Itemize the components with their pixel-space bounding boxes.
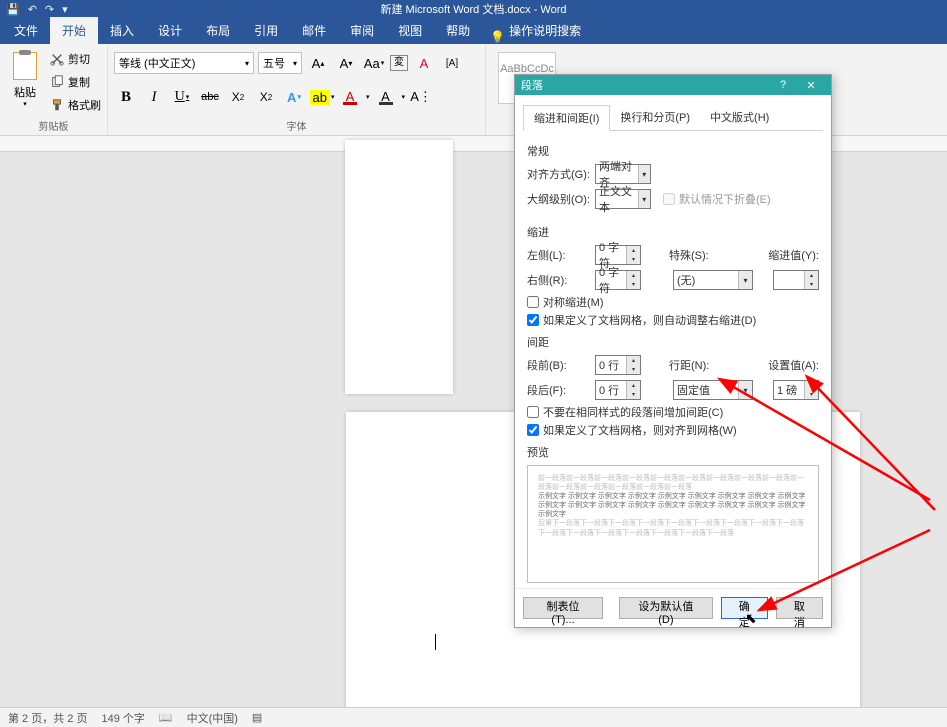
section-spacing: 间距 <box>527 334 819 350</box>
mirror-indents-checkbox[interactable] <box>527 296 539 308</box>
ribbon-tabs: 文件 开始 插入 设计 布局 引用 邮件 审阅 视图 帮助 💡 操作说明搜索 <box>0 18 947 44</box>
enclose-characters-button[interactable]: [A] <box>440 52 464 74</box>
text-effects-button[interactable]: A▾ <box>282 86 306 108</box>
spellcheck-icon[interactable]: 📖 <box>159 711 173 724</box>
special-indent-select[interactable]: (无)▾ <box>673 270 753 290</box>
chevron-down-icon: ▾ <box>245 59 249 68</box>
cancel-button[interactable]: 取消 <box>776 597 823 619</box>
format-painter-button[interactable]: 格式刷 <box>50 94 101 116</box>
clear-formatting-button[interactable]: A <box>412 52 436 74</box>
tab-mailings[interactable]: 邮件 <box>290 17 338 44</box>
section-general: 常规 <box>527 143 819 159</box>
underline-button[interactable]: U▾ <box>170 86 194 108</box>
superscript-button[interactable]: X2 <box>254 86 278 108</box>
tab-asian-typography[interactable]: 中文版式(H) <box>700 105 779 130</box>
bold-button[interactable]: B <box>114 86 138 108</box>
section-preview: 预览 <box>527 444 819 460</box>
tab-references[interactable]: 引用 <box>242 17 290 44</box>
line-spacing-select[interactable]: 固定值▾ <box>673 380 753 400</box>
font-group-label: 字体 <box>114 116 479 133</box>
highlight-button[interactable]: ab▾ <box>310 86 334 108</box>
clipboard-icon <box>13 52 37 80</box>
tab-layout[interactable]: 布局 <box>194 17 242 44</box>
copy-button[interactable]: 复制 <box>50 71 101 93</box>
text-cursor <box>435 634 436 650</box>
status-bar: 第 2 页，共 2 页 149 个字 📖 中文(中国) ▤ <box>0 707 947 727</box>
tabs-button[interactable]: 制表位(T)... <box>523 597 603 619</box>
word-count[interactable]: 149 个字 <box>101 710 144 726</box>
collapse-default-checkbox <box>663 193 675 205</box>
font-color-button[interactable]: A <box>338 86 362 108</box>
auto-adjust-indent-checkbox[interactable] <box>527 314 539 326</box>
grow-font-button[interactable]: A▴ <box>306 52 330 74</box>
space-before-spinner[interactable]: 0 行 ▴▾ <box>595 355 641 375</box>
cut-button[interactable]: 剪切 <box>50 48 101 70</box>
set-default-button[interactable]: 设为默认值(D) <box>619 597 713 619</box>
paragraph-dialog: 段落 ? ✕ 缩进和间距(I) 换行和分页(P) 中文版式(H) 常规 对齐方式… <box>514 74 832 628</box>
brush-icon <box>50 98 64 112</box>
phonetic-guide-button[interactable]: 変 <box>390 55 408 71</box>
close-icon[interactable]: ✕ <box>797 79 825 92</box>
section-indent: 缩进 <box>527 224 819 240</box>
line-spacing-value-spinner[interactable]: 1 磅 ▴▾ <box>773 380 819 400</box>
font-size-select[interactable]: 五号 ▾ <box>258 52 302 74</box>
tab-review[interactable]: 审阅 <box>338 17 386 44</box>
tab-view[interactable]: 视图 <box>386 17 434 44</box>
tab-insert[interactable]: 插入 <box>98 17 146 44</box>
preview-box: 前一段落前一段落前一段落前一段落前一段落前一段落前一段落前一段落前一段落前一段落… <box>527 465 819 583</box>
subscript-button[interactable]: X2 <box>226 86 250 108</box>
language-indicator[interactable]: 中文(中国) <box>187 710 238 726</box>
snap-to-grid-checkbox[interactable] <box>527 424 539 436</box>
indent-right-spinner[interactable]: 0 字符 ▴▾ <box>595 270 641 290</box>
tab-help[interactable]: 帮助 <box>434 17 482 44</box>
character-border-dropdown[interactable]: ▾ <box>402 93 406 101</box>
strikethrough-button[interactable]: abc <box>198 86 222 108</box>
window-title: 新建 Microsoft Word 文档.docx - Word <box>380 1 566 17</box>
indent-value-spinner[interactable]: ▴▾ <box>773 270 819 290</box>
space-after-spinner[interactable]: 0 行 ▴▾ <box>595 380 641 400</box>
scissors-icon <box>50 52 64 66</box>
page-indicator[interactable]: 第 2 页，共 2 页 <box>8 710 87 726</box>
tab-indent-spacing[interactable]: 缩进和间距(I) <box>523 105 610 131</box>
page-1[interactable] <box>345 140 453 394</box>
dialog-titlebar[interactable]: 段落 ? ✕ <box>515 75 831 95</box>
character-shading-button[interactable]: A⋮ <box>409 86 433 108</box>
tab-design[interactable]: 设计 <box>146 17 194 44</box>
chevron-down-icon: ▾ <box>293 59 297 68</box>
track-changes-icon[interactable]: ▤ <box>252 711 262 724</box>
outline-level-select[interactable]: 正文文本▾ <box>595 189 651 209</box>
change-case-button[interactable]: Aa▾ <box>362 52 386 74</box>
font-color-dropdown[interactable]: ▾ <box>366 93 370 101</box>
save-icon[interactable]: 💾 <box>6 3 20 16</box>
qat-dropdown-icon[interactable]: ▾ <box>62 3 68 16</box>
tab-home[interactable]: 开始 <box>50 17 98 44</box>
lightbulb-icon[interactable]: 💡 <box>490 30 505 44</box>
no-space-same-style-checkbox[interactable] <box>527 406 539 418</box>
italic-button[interactable]: I <box>142 86 166 108</box>
indent-left-spinner[interactable]: 0 字符 ▴▾ <box>595 245 641 265</box>
paste-button[interactable]: 粘贴 ▾ <box>6 48 44 116</box>
help-icon[interactable]: ? <box>769 79 797 91</box>
ok-button[interactable]: 确定 <box>721 597 768 619</box>
character-border-button[interactable]: A <box>374 86 398 108</box>
redo-icon[interactable]: ↷ <box>45 3 54 16</box>
title-bar: 💾 ↶ ↷ ▾ 新建 Microsoft Word 文档.docx - Word <box>0 0 947 18</box>
tab-line-page-breaks[interactable]: 换行和分页(P) <box>610 105 700 130</box>
copy-icon <box>50 75 64 89</box>
tab-file[interactable]: 文件 <box>2 17 50 44</box>
clipboard-group-label: 剪贴板 <box>6 116 101 133</box>
font-name-select[interactable]: 等线 (中文正文) ▾ <box>114 52 254 74</box>
alignment-select[interactable]: 两端对齐▾ <box>595 164 651 184</box>
tell-me-search[interactable]: 操作说明搜索 <box>505 17 593 44</box>
undo-icon[interactable]: ↶ <box>28 3 37 16</box>
shrink-font-button[interactable]: A▾ <box>334 52 358 74</box>
